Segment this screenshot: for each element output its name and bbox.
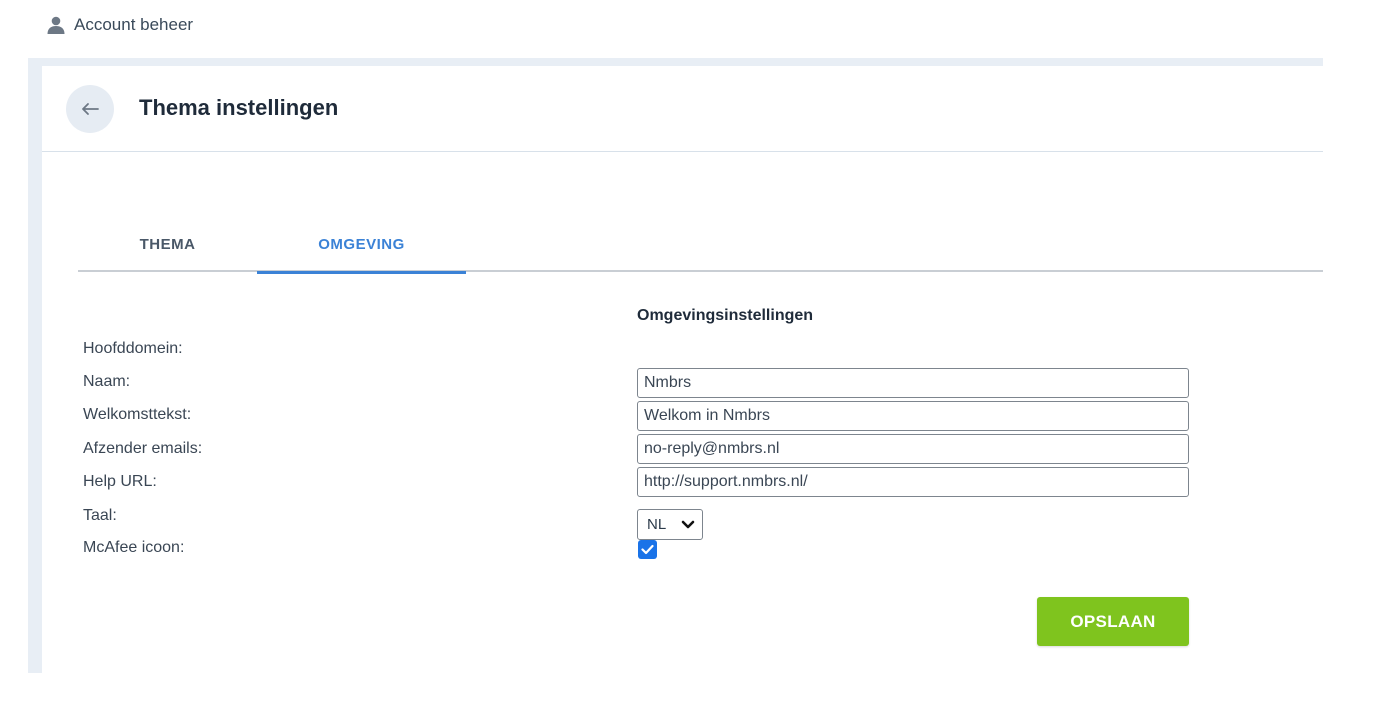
label-hoofddomein: Hoofddomein: xyxy=(83,340,183,357)
section-title: Omgevingsinstellingen xyxy=(637,307,814,324)
checkmark-icon xyxy=(641,544,654,555)
page-title: Thema instellingen xyxy=(139,95,339,120)
tab-bar: THEMA OMGEVING xyxy=(78,216,1323,274)
panel-header: Thema instellingen xyxy=(42,66,1323,152)
label-naam: Naam: xyxy=(83,373,131,390)
label-welkomsttekst: Welkomsttekst: xyxy=(83,406,192,423)
label-help-url: Help URL: xyxy=(83,473,157,490)
tab-omgeving[interactable]: OMGEVING xyxy=(257,216,466,274)
back-button[interactable] xyxy=(66,85,114,133)
topbar: Account beheer xyxy=(46,12,193,38)
mcafee-checkbox[interactable] xyxy=(638,540,657,559)
save-button[interactable]: OPSLAAN xyxy=(1037,597,1189,646)
welkomsttekst-input[interactable] xyxy=(637,401,1189,431)
chevron-down-icon xyxy=(681,518,695,530)
user-icon xyxy=(46,15,66,35)
help-url-input[interactable] xyxy=(637,467,1189,497)
content-shell: Thema instellingen THEMA OMGEVING Omgevi… xyxy=(28,58,1323,673)
taal-select[interactable]: NL xyxy=(637,509,703,540)
naam-input[interactable] xyxy=(637,368,1189,398)
settings-panel: Thema instellingen THEMA OMGEVING Omgevi… xyxy=(42,66,1323,673)
label-taal: Taal: xyxy=(83,507,117,524)
tab-thema[interactable]: THEMA xyxy=(78,216,257,272)
label-mcafee-icoon: McAfee icoon: xyxy=(83,539,185,556)
taal-select-value: NL xyxy=(647,516,667,533)
label-afzender-emails: Afzender emails: xyxy=(83,440,203,457)
topbar-title: Account beheer xyxy=(74,15,194,34)
arrow-left-icon xyxy=(80,102,100,116)
afzender-emails-input[interactable] xyxy=(637,434,1189,464)
